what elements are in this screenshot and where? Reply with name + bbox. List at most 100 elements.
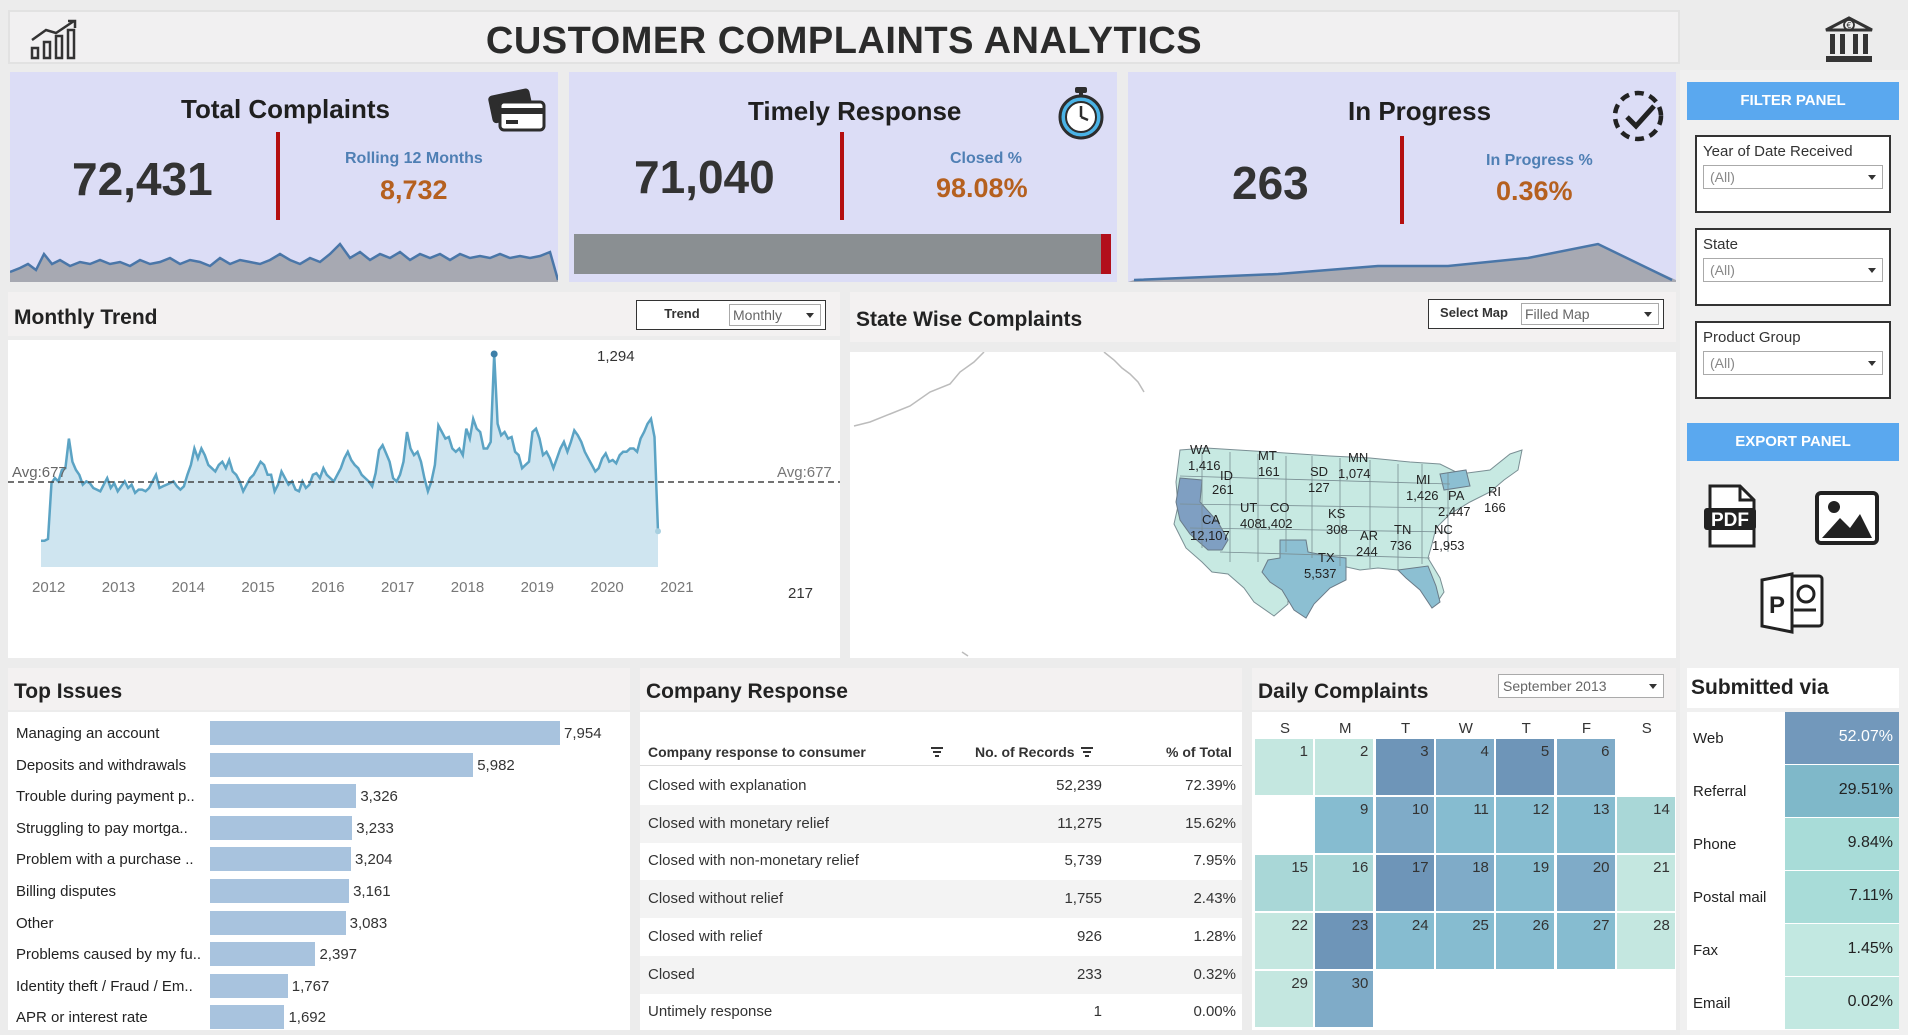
channel-row[interactable]: Email 0.02% [1687,977,1899,1030]
product-group-select[interactable]: (All) [1703,351,1883,375]
trend-dropdown[interactable]: Trend Monthly [636,300,826,330]
powerpoint-icon[interactable]: P [1760,572,1826,634]
channel-row[interactable]: Fax 1.45% [1687,924,1899,977]
sort-icon[interactable] [930,746,944,758]
calendar-day[interactable]: 22 [1255,913,1314,970]
col-header-pct[interactable]: % of Total [1166,744,1232,760]
issue-row[interactable]: Billing disputes 3,161 [8,878,608,904]
calendar-day[interactable]: 14 [1616,797,1676,854]
sort-icon[interactable] [1080,746,1094,758]
state-value-label: 127 [1308,480,1330,495]
state-select[interactable]: (All) [1703,258,1883,282]
table-row[interactable]: Closed with monetary relief 11,275 15.62% [640,804,1242,843]
calendar-day[interactable]: 16 [1315,855,1375,912]
year-tick-label: 2017 [381,579,414,596]
calendar-day[interactable]: 26 [1496,913,1556,970]
day-number: 1 [1299,743,1308,760]
calendar-day[interactable]: 11 [1435,797,1495,854]
pdf-icon[interactable]: PDF [1702,484,1760,550]
channel-cell: 1.45% [1785,924,1899,976]
channel-row[interactable]: Phone 9.84% [1687,818,1899,871]
calendar-day[interactable]: 20 [1556,855,1616,912]
calendar-day[interactable]: 28 [1616,913,1676,970]
calendar-day[interactable]: 2 [1315,739,1375,796]
issue-row[interactable]: Deposits and withdrawals 5,982 [8,752,608,778]
calendar-day[interactable]: 15 [1255,855,1314,912]
issue-row[interactable]: Problem with a purchase .. 3,204 [8,846,608,872]
chevron-down-icon [1868,361,1876,366]
cell-records: 1 [1093,1003,1102,1021]
day-number: 9 [1359,801,1369,818]
calendar-day[interactable]: 4 [1435,739,1495,796]
state-code-label: AR [1360,528,1378,543]
issue-row[interactable]: APR or interest rate 1,692 [8,1004,608,1030]
issue-row[interactable]: Identity theft / Fraud / Em.. 1,767 [8,973,608,999]
calendar-day[interactable]: 13 [1556,797,1616,854]
untimely-fill [1100,234,1111,274]
table-row[interactable]: Closed with explanation 52,239 72.39% [640,767,1242,805]
progress-sparkline [1128,242,1676,282]
calendar-day[interactable]: 5 [1496,739,1556,796]
calendar-day[interactable]: 17 [1375,855,1435,912]
kpi-sub-value: 98.08% [936,173,1028,203]
kpi-sub-label: Rolling 12 Months [345,150,483,167]
col-header-records[interactable]: No. of Records [975,744,1075,760]
col-header-response[interactable]: Company response to consumer [648,744,866,760]
filter-panel-header[interactable]: FILTER PANEL [1687,82,1899,120]
calendar-day[interactable]: 12 [1496,797,1556,854]
calendar-day[interactable]: 18 [1435,855,1495,912]
calendar-day[interactable]: 9 [1315,797,1375,854]
state-value-label: 1,416 [1188,458,1221,473]
calendar-day[interactable]: 27 [1556,913,1616,970]
day-number: 16 [1351,859,1369,876]
state-value-label: 166 [1484,500,1506,515]
state-value-label: 261 [1212,482,1234,497]
channel-row[interactable]: Referral 29.51% [1687,765,1899,818]
channel-label: Fax [1693,942,1719,959]
calendar-day[interactable]: 23 [1315,913,1375,970]
calendar-day[interactable]: 10 [1375,797,1435,854]
table-row[interactable]: Closed without relief 1,755 2.43% [640,880,1242,919]
bank-euro-icon: € [1825,16,1873,62]
calendar-day[interactable]: 29 [1255,971,1314,1028]
trend-svg: Avg:677 Avg:677 1,294 217 2012 2013 2014 20… [8,348,840,602]
year-tick-label: 2013 [102,579,135,596]
issue-row[interactable]: Trouble during payment p.. 3,326 [8,783,608,809]
month-select[interactable]: September 2013 [1498,674,1664,698]
calendar-day[interactable]: 1 [1255,739,1314,796]
weekday-label: F [1581,720,1592,737]
calendar-day[interactable]: 6 [1556,739,1616,796]
issue-label: Trouble during payment p.. [16,788,195,806]
calendar-day[interactable]: 24 [1375,913,1435,970]
map-type-select[interactable]: Filled Map [1521,303,1659,325]
issue-row[interactable]: Struggling to pay mortga.. 3,233 [8,815,608,841]
issue-row[interactable]: Managing an account 7,954 [8,720,608,746]
table-row[interactable]: Closed with non-monetary relief 5,739 7.95… [640,842,1242,880]
table-row[interactable]: Untimely response 1 0.00% [640,993,1242,1031]
calendar-day[interactable]: 30 [1315,971,1375,1028]
image-icon[interactable] [1814,490,1880,546]
issue-bar [210,752,474,777]
year-select[interactable]: (All) [1703,165,1883,189]
calendar-day[interactable]: 25 [1435,913,1495,970]
table-row[interactable]: Closed 233 0.32% [640,955,1242,994]
section-title: Submitted via [1691,676,1829,699]
day-number: 14 [1653,801,1670,818]
dropdown-label: Trend [664,306,700,321]
calendar-day[interactable]: 3 [1375,739,1435,796]
channel-value: 9.84% [1847,834,1893,851]
calendar-day[interactable]: 21 [1616,855,1676,912]
map-type-dropdown[interactable]: Select Map Filled Map [1428,299,1664,329]
trend-select[interactable]: Monthly [729,304,821,326]
calendar-day[interactable]: 19 [1496,855,1556,912]
issue-row[interactable]: Other 3,083 [8,910,608,936]
channel-row[interactable]: Web 52.07% [1687,712,1899,765]
filter-state: State (All) [1695,228,1891,306]
table-header: Company response to consumer No. of Reco… [640,738,1242,766]
channel-row[interactable]: Postal mail 7.11% [1687,871,1899,924]
issue-row[interactable]: Problems caused by my fu.. 2,397 [8,941,608,967]
us-filled-map: WA1,416 MT161 MN1,074 ID261 SD127 MI1,426 PA2,… [853,351,1523,657]
kpi-value: 263 [1232,157,1309,209]
export-panel-header[interactable]: EXPORT PANEL [1687,423,1899,461]
table-row[interactable]: Closed with relief 926 1.28% [640,918,1242,956]
